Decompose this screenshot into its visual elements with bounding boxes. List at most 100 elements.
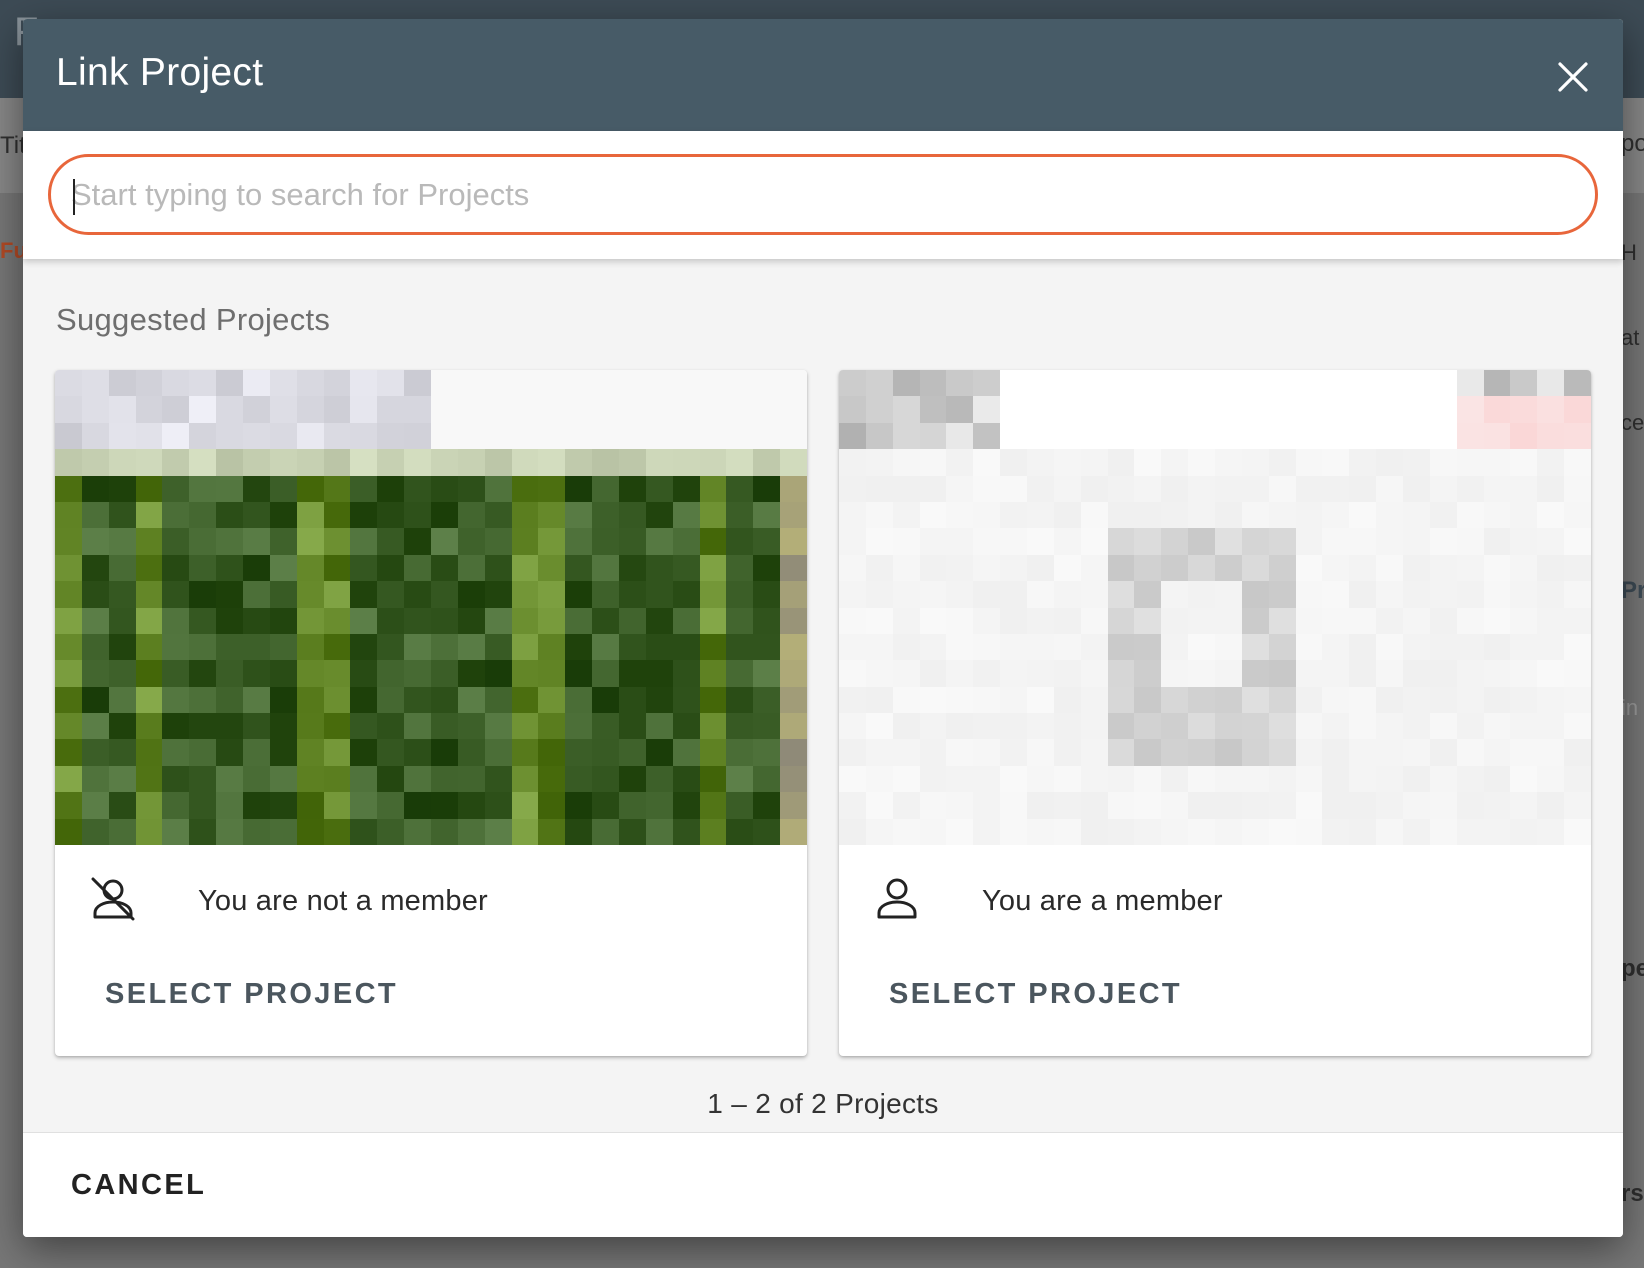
mosaic-pixel	[1456, 501, 1484, 529]
mosaic-pixel	[1134, 370, 1162, 397]
mosaic-pixel	[973, 792, 1001, 819]
mosaic-pixel	[919, 528, 947, 555]
mosaic-pixel	[865, 422, 893, 450]
mosaic-pixel	[865, 713, 893, 740]
mosaic-pixel	[323, 739, 351, 766]
mosaic-pixel	[619, 554, 646, 582]
select-project-button[interactable]: SELECT PROJECT	[869, 964, 1202, 1024]
search-box[interactable]	[48, 154, 1598, 235]
mosaic-pixel	[753, 554, 781, 582]
mosaic-pixel	[162, 370, 190, 397]
mosaic-pixel	[892, 765, 920, 793]
mosaic-pixel	[1188, 554, 1215, 582]
mosaic-pixel	[1215, 396, 1242, 423]
mosaic-pixel	[296, 607, 324, 634]
person-off-icon	[91, 877, 135, 921]
mosaic-pixel	[1053, 818, 1081, 845]
mosaic-pixel	[780, 660, 807, 687]
mosaic-pixel	[81, 713, 109, 740]
mosaic-pixel	[1537, 528, 1565, 555]
mosaic-pixel	[1376, 739, 1403, 766]
mosaic-pixel	[1188, 818, 1215, 845]
mosaic-pixel	[1027, 554, 1054, 582]
mosaic-pixel	[1161, 818, 1189, 845]
mosaic-pixel	[377, 449, 405, 476]
mosaic-pixel	[81, 765, 109, 793]
mosaic-pixel	[135, 581, 163, 608]
mosaic-pixel	[484, 554, 512, 582]
mosaic-pixel	[1053, 660, 1081, 687]
membership-status: You are a member	[982, 885, 1223, 917]
mosaic-pixel	[1403, 422, 1430, 450]
mosaic-pixel	[135, 792, 163, 819]
mosaic-pixel	[1241, 475, 1269, 502]
mosaic-pixel	[350, 765, 378, 793]
mosaic-pixel	[1510, 660, 1538, 687]
mosaic-pixel	[1080, 475, 1108, 502]
mosaic-pixel	[1349, 792, 1377, 819]
select-project-button[interactable]: SELECT PROJECT	[85, 964, 418, 1024]
mosaic-pixel	[1483, 528, 1511, 555]
mosaic-pixel	[1510, 370, 1538, 397]
mosaic-pixel	[645, 792, 673, 819]
mosaic-pixel	[1107, 739, 1135, 766]
mosaic-pixel	[350, 792, 378, 819]
mosaic-pixel	[1376, 686, 1403, 714]
mosaic-pixel	[973, 686, 1001, 714]
mosaic-pixel	[1456, 633, 1484, 661]
mosaic-pixel	[404, 765, 431, 793]
mosaic-pixel	[1403, 449, 1430, 476]
mosaic-pixel	[1241, 607, 1269, 634]
search-input[interactable]	[71, 169, 1571, 221]
mosaic-pixel	[296, 660, 324, 687]
cancel-button[interactable]: CANCEL	[51, 1155, 226, 1215]
mosaic-pixel	[189, 818, 217, 845]
mosaic-pixel	[1080, 422, 1108, 450]
mosaic-pixel	[592, 370, 619, 397]
mosaic-pixel	[1322, 792, 1350, 819]
dialog-title: Link Project	[56, 51, 264, 94]
mosaic-pixel	[55, 660, 82, 687]
mosaic-pixel	[189, 449, 217, 476]
mosaic-pixel	[780, 370, 807, 397]
mosaic-pixel	[780, 554, 807, 582]
mosaic-pixel	[565, 792, 593, 819]
mosaic-pixel	[1134, 528, 1162, 555]
mosaic-pixel	[1349, 449, 1377, 476]
mosaic-pixel	[946, 422, 974, 450]
close-button[interactable]	[1553, 57, 1593, 97]
mosaic-pixel	[81, 818, 109, 845]
mosaic-pixel	[1403, 792, 1430, 819]
mosaic-pixel	[350, 396, 378, 423]
mosaic-pixel	[1376, 818, 1403, 845]
mosaic-pixel	[189, 581, 217, 608]
mosaic-pixel	[1429, 739, 1457, 766]
mosaic-pixel	[1000, 792, 1027, 819]
mosaic-pixel	[592, 765, 619, 793]
mosaic-pixel	[780, 422, 807, 450]
mosaic-pixel	[55, 818, 82, 845]
mosaic-pixel	[592, 792, 619, 819]
mosaic-pixel	[511, 422, 539, 450]
mosaic-pixel	[135, 370, 163, 397]
mosaic-pixel	[1268, 765, 1296, 793]
mosaic-pixel	[1403, 713, 1430, 740]
mosaic-pixel	[377, 633, 405, 661]
mosaic-pixel	[1483, 475, 1511, 502]
mosaic-pixel	[55, 554, 82, 582]
mosaic-pixel	[1510, 713, 1538, 740]
mosaic-pixel	[946, 686, 974, 714]
mosaic-pixel	[1295, 581, 1323, 608]
mosaic-pixel	[839, 633, 866, 661]
mosaic-pixel	[865, 475, 893, 502]
mosaic-pixel	[431, 765, 458, 793]
mosaic-pixel	[189, 422, 217, 450]
mosaic-pixel	[1403, 818, 1430, 845]
mosaic-pixel	[1537, 396, 1565, 423]
mosaic-pixel	[645, 449, 673, 476]
mosaic-pixel	[243, 818, 270, 845]
mosaic-pixel	[1376, 607, 1403, 634]
mosaic-pixel	[81, 501, 109, 529]
mosaic-pixel	[108, 633, 136, 661]
mosaic-pixel	[1429, 581, 1457, 608]
